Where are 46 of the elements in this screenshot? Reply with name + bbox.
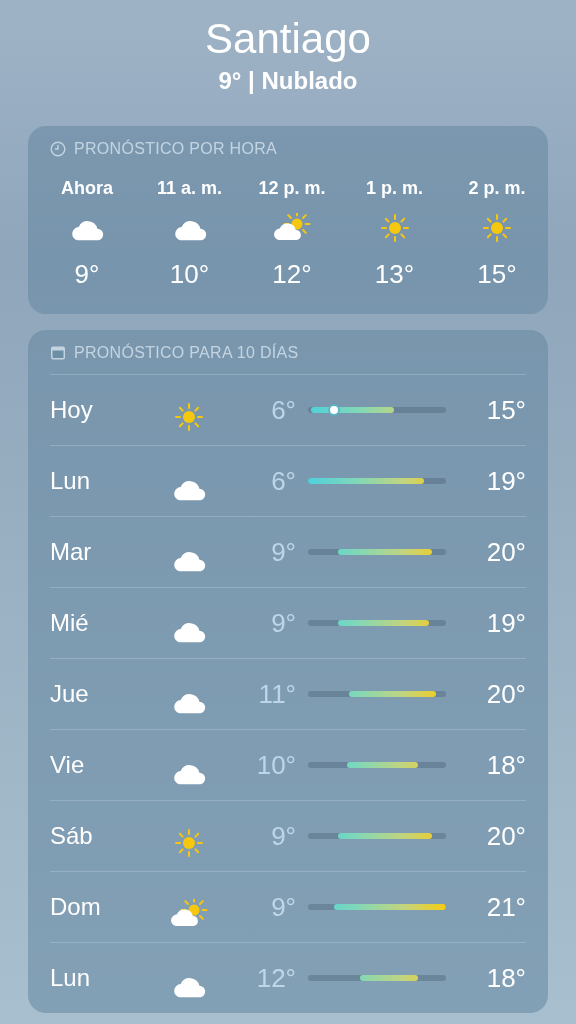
low-temperature: 9° [271, 607, 296, 639]
day-name: Hoy [50, 396, 93, 424]
day-name: Mié [50, 609, 89, 637]
day-name: Dom [50, 893, 101, 921]
hour-label: Ahora [61, 178, 113, 199]
day-name: Jue [50, 680, 89, 708]
low-temperature: 9° [271, 536, 296, 568]
high-temperature: 18° [486, 749, 526, 781]
temperature-range-bar [360, 975, 419, 981]
high-temperature: 19° [486, 465, 526, 497]
low-temperature: 10° [256, 749, 296, 781]
hour-temperature: 12° [272, 259, 312, 290]
low-temperature: 11° [258, 678, 296, 710]
hour-label: 11 a. m. [156, 178, 223, 199]
hour-temperature: 13° [374, 259, 415, 290]
day-name: Lun [50, 467, 91, 495]
section-title: PRONÓSTICO POR HORA [74, 140, 278, 158]
hour-label: 2 p. m. [468, 178, 526, 199]
sun-behind-cloud-icon [273, 213, 311, 243]
hour-temperature: 10° [169, 259, 210, 290]
clock-icon [50, 141, 66, 157]
hour-label: 1 p. m. [366, 178, 423, 199]
low-temperature: 6° [271, 394, 296, 426]
high-temperature: 20° [486, 536, 526, 568]
high-temperature: 21° [486, 891, 526, 923]
city-name: Santiago [205, 14, 371, 64]
low-temperature: 9° [271, 891, 296, 923]
high-temperature: 20° [486, 820, 526, 852]
calendar-icon [50, 345, 66, 361]
current-conditions: 9° | Nublado [218, 66, 358, 96]
sun-behind-cloud-icon [170, 899, 208, 929]
day-name: Vie [50, 751, 85, 779]
high-temperature: 15° [486, 394, 526, 426]
low-temperature: 9° [271, 820, 296, 852]
high-temperature: 20° [486, 678, 526, 710]
hour-temperature: 9° [74, 259, 100, 290]
high-temperature: 18° [486, 962, 526, 994]
hour-temperature: 15° [477, 259, 517, 290]
low-temperature: 12° [256, 962, 296, 994]
day-name: Mar [50, 538, 92, 566]
hour-label: 12 p. m. [258, 178, 326, 199]
low-temperature: 6° [271, 465, 296, 497]
section-title: PRONÓSTICO PARA 10 DÍAS [74, 344, 299, 362]
high-temperature: 19° [486, 607, 526, 639]
day-name: Sáb [50, 822, 93, 850]
day-name: Lun [50, 964, 91, 992]
